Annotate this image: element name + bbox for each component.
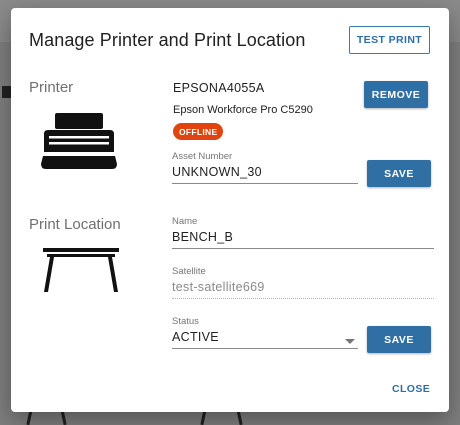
remove-button[interactable]: REMOVE [364, 81, 428, 108]
location-name-input[interactable]: BENCH_B [172, 230, 434, 249]
satellite-input: test-satellite669 [172, 280, 434, 299]
status-label: Status [172, 316, 199, 327]
print-location-section-label: Print Location [29, 216, 121, 233]
printer-icon [41, 113, 117, 169]
save-asset-button[interactable]: SAVE [367, 160, 431, 187]
dropdown-arrow-icon[interactable] [345, 339, 355, 344]
asset-number-input[interactable]: UNKNOWN_30 [172, 165, 358, 184]
asset-number-field[interactable]: Asset Number UNKNOWN_30 [172, 151, 358, 184]
location-name-label: Name [172, 216, 198, 227]
printer-model: Epson Workforce Pro C5290 [173, 104, 313, 116]
save-location-button[interactable]: SAVE [367, 326, 431, 353]
printer-section-label: Printer [29, 79, 74, 96]
asset-number-label: Asset Number [172, 151, 233, 162]
test-print-button[interactable]: TEST PRINT [349, 26, 430, 54]
satellite-label: Satellite [172, 266, 206, 277]
printer-status-badge: OFFLINE [173, 123, 224, 140]
location-name-field[interactable]: Name BENCH_B [172, 216, 434, 249]
dialog-title: Manage Printer and Print Location [29, 30, 306, 50]
manage-printer-dialog: Manage Printer and Print Location TEST P… [11, 8, 449, 412]
status-select[interactable]: Status ACTIVE [172, 316, 358, 349]
satellite-field: Satellite test-satellite669 [172, 266, 434, 299]
close-button[interactable]: CLOSE [392, 383, 430, 395]
status-value[interactable]: ACTIVE [172, 330, 358, 349]
bench-table-icon [43, 248, 119, 292]
printer-id: EPSONA4055A [173, 81, 265, 95]
